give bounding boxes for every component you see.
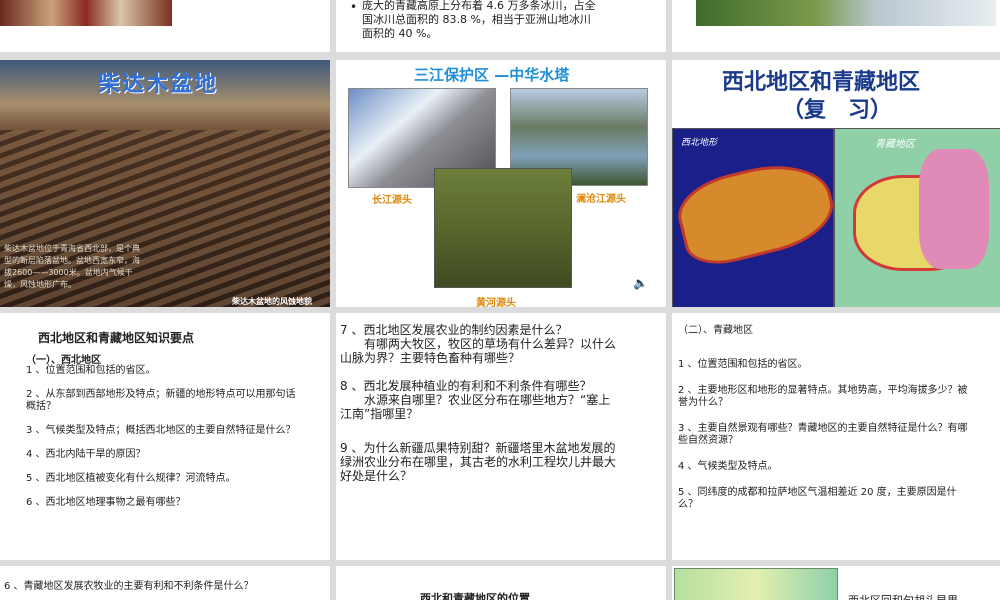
question-9: 9 、为什么新疆瓜果特别甜？新疆塔里木盆地发展的绿洲农业分布在哪里，其古老的水利… xyxy=(340,441,617,483)
sanjiang-title: 三江保护区 —中华水塔 xyxy=(414,66,570,84)
slide-bottom-middle[interactable]: 西北和青藏地区的位置 xyxy=(336,566,666,600)
label-lancang: 澜沧江源头 xyxy=(576,194,626,205)
northwest-list: 1 、位置范围和包括的省区。 2 、从东部到西部地形及特点；新疆的地形特点可以用… xyxy=(26,365,296,521)
list-item: 3 、气候类型及特点；概括西北地区的主要自然特征是什么？ xyxy=(26,425,296,436)
slide-qinghai-tibet-points[interactable]: （二）、青藏地区 1 、位置范围和包括的省区。 2 、主要地形区和地形的显著特点… xyxy=(672,313,1000,560)
bottom-middle-title: 西北和青藏地区的位置 xyxy=(420,592,530,600)
question-7: 7 、西北地区发展农业的制约因素是什么？ 有哪两大牧区，牧区的草场有什么差异？以… xyxy=(340,323,622,365)
slide-title[interactable]: 西北地区和青藏地区 （复 习） 西北地形 青藏地区 xyxy=(672,60,1000,307)
slide-bottom-right[interactable]: 西北区回和句胡头早里 xyxy=(672,566,1000,600)
knowledge-heading: 西北地区和青藏地区知识要点 xyxy=(38,331,195,345)
label-yangtze: 长江源头 xyxy=(372,195,412,206)
list-item: 3 、主要自然景观有哪些？青藏地区的主要自然特征是什么？有哪些自然资源？ xyxy=(678,423,968,446)
qaidam-caption: 柴达木盆地位于青海省西北部，是个典型的断层陷落盆地。盆地西宽东窄，海拔2600—… xyxy=(4,244,140,289)
slide-top-left[interactable] xyxy=(0,0,330,52)
list-item: 2 、从东部到西部地形及特点；新疆的地形特点可以用那句话概括？ xyxy=(26,389,296,412)
q8-text: 8 、西北发展种植业的有利和不利条件有哪些？ xyxy=(340,379,592,393)
list-item: 6 、西北地区地理事物之最有哪些？ xyxy=(26,497,186,508)
bottom-map-thumb xyxy=(674,568,838,600)
list-item: 4 、气候类型及特点。 xyxy=(678,461,778,472)
list-item: 2 、主要地形区和地形的显著特点。其地势高，平均海拔多少？被誉为什么？ xyxy=(678,385,968,408)
people-photo xyxy=(0,0,172,26)
list-item: 1 、位置范围和包括的省区。 xyxy=(26,365,156,376)
glacier-text: 庞大的青藏高原上分布着 4.6 万多条冰川，占全国冰川总面积的 83.8 %，相… xyxy=(362,0,596,40)
question-8: 8 、西北发展种植业的有利和不利条件有哪些？ 水源来自哪里？农业区分布在哪些地方… xyxy=(340,379,622,421)
slide-top-middle[interactable]: • 庞大的青藏高原上分布着 4.6 万多条冰川，占全国冰川总面积的 83.8 %… xyxy=(336,0,666,52)
q7-detail: 有哪两大牧区，牧区的草场有什么差异？以什么山脉为界？主要特色畜种有哪些？ xyxy=(340,337,617,365)
bottom-right-text: 西北区回和句胡头早里 xyxy=(848,592,958,600)
q7-text: 7 、西北地区发展农业的制约因素是什么？ xyxy=(340,323,568,337)
qinghai-tibet-list: 1 、位置范围和包括的省区。 2 、主要地形区和地形的显著特点。其地势高，平均海… xyxy=(678,359,968,523)
northwest-region-shape xyxy=(673,151,833,273)
qaidam-footer: 柴达木盆地的风蚀地貌 xyxy=(232,297,312,306)
slide-top-right[interactable] xyxy=(672,0,1000,52)
slide-northwest-points[interactable]: 西北地区和青藏地区知识要点 （一）、西北地区 1 、位置范围和包括的省区。 2 … xyxy=(0,313,330,560)
q8-detail: 水源来自哪里？农业区分布在哪些地方？“塞上江南”指哪里？ xyxy=(340,393,611,421)
slide-questions[interactable]: 7 、西北地区发展农业的制约因素是什么？ 有哪两大牧区，牧区的草场有什么差异？以… xyxy=(336,313,666,560)
northwest-section: （一）、西北地区 xyxy=(26,355,101,366)
qinghai-tibet-map: 青藏地区 xyxy=(834,128,1000,307)
list-item: 4 、西北内陆干旱的原因？ xyxy=(26,449,146,460)
bottom-left-text: 6 、青藏地区发展农牧业的主要有利和不利条件是什么？ xyxy=(4,581,254,592)
list-item: 5 、西北地区植被变化有什么规律？河流特点。 xyxy=(26,473,236,484)
map-left-label: 西北地形 xyxy=(681,138,718,148)
eastern-province-shape xyxy=(919,149,989,269)
map-right-label: 青藏地区 xyxy=(875,139,915,150)
qaidam-title: 柴达木盆地 xyxy=(98,72,219,97)
slide-qaidam[interactable]: 柴达木盆地 柴达木盆地位于青海省西北部，是个典型的断层陷落盆地。盆地西宽东窄，海… xyxy=(0,60,330,307)
label-yellow: 黄河源头 xyxy=(476,298,516,307)
questions-block: 7 、西北地区发展农业的制约因素是什么？ 有哪两大牧区，牧区的草场有什么差异？以… xyxy=(340,323,622,497)
slide-bottom-left[interactable]: 6 、青藏地区发展农牧业的主要有利和不利条件是什么？ xyxy=(0,566,330,600)
qinghai-tibet-section: （二）、青藏地区 xyxy=(678,325,753,336)
list-item: 5 、同纬度的成都和拉萨地区气温相差近 20 度，主要原因是什么？ xyxy=(678,487,957,510)
wetland-photo xyxy=(696,0,996,26)
bullet-icon: • xyxy=(350,0,358,14)
speaker-icon: 🔈 xyxy=(633,276,648,290)
yellow-source-photo xyxy=(434,168,572,288)
northwest-terrain-map: 西北地形 xyxy=(672,128,834,307)
list-item: 1 、位置范围和包括的省区。 xyxy=(678,359,808,370)
slide-sanjiang[interactable]: 三江保护区 —中华水塔 长江源头 澜沧江源头 黄河源头 🔈 xyxy=(336,60,666,307)
main-subtitle: （复 习） xyxy=(782,97,893,123)
